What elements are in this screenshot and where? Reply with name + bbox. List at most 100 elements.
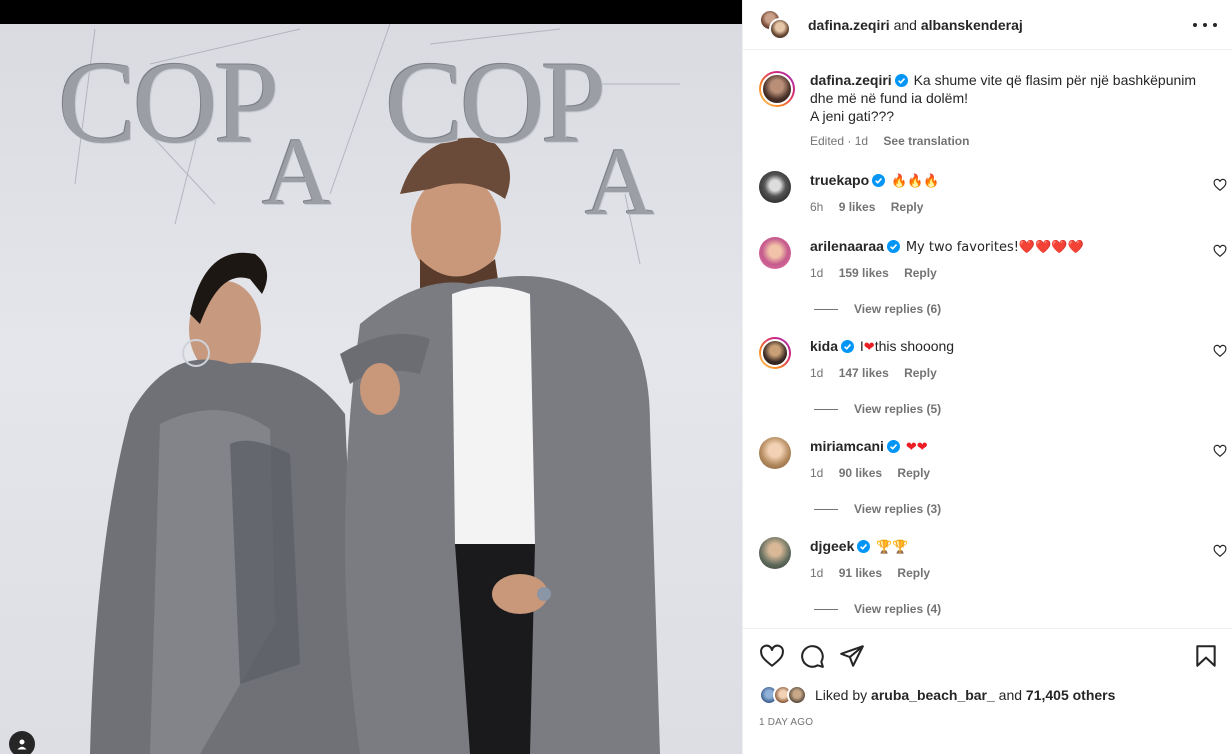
post-header: dafina.zeqiri and albanskenderaj xyxy=(743,0,1232,50)
liked-by-user-link[interactable]: aruba_beach_bar_ xyxy=(871,687,995,703)
heart-icon[interactable] xyxy=(1213,244,1227,258)
reply-button[interactable]: Reply xyxy=(904,366,937,380)
caption-time: 1d xyxy=(854,134,869,148)
replies-divider xyxy=(814,408,838,410)
verified-icon xyxy=(886,240,900,253)
comment-text: 🔥🔥🔥 xyxy=(891,174,940,189)
reply-button[interactable]: Reply xyxy=(904,266,937,280)
comment-text: 🏆🏆 xyxy=(876,540,909,555)
see-translation-link[interactable]: See translation xyxy=(883,134,969,148)
verified-icon xyxy=(886,440,900,453)
collaborator-link[interactable]: albanskenderaj xyxy=(921,17,1023,33)
comment-meta: 1d 147 likes Reply xyxy=(810,365,1219,381)
view-replies-label: View replies (3) xyxy=(854,502,942,516)
liked-by-label: Liked by xyxy=(815,687,868,703)
others-count-link[interactable]: 71,405 others xyxy=(1026,687,1116,703)
comments-list[interactable]: dafina.zeqiri Ka shume vite që flasim pë… xyxy=(743,51,1232,628)
more-dot xyxy=(1213,23,1217,27)
meta-separator: · xyxy=(847,134,852,148)
comment-meta: 1d 90 likes Reply xyxy=(810,465,1219,481)
comment-username[interactable]: kida xyxy=(810,338,838,354)
comment-text: this shooong xyxy=(874,338,955,354)
avatar-image xyxy=(761,339,789,367)
reply-button[interactable]: Reply xyxy=(897,466,930,480)
post-caption: dafina.zeqiri Ka shume vite që flasim pë… xyxy=(759,71,1219,149)
comment-meta: 1d 159 likes Reply xyxy=(810,265,1219,281)
post-photo[interactable]: COP A COP A xyxy=(0,24,742,754)
comment-icon[interactable] xyxy=(799,643,825,669)
comment-likes[interactable]: 147 likes xyxy=(839,366,889,380)
post-dialog: COP A COP A dafina.zeqiri and albanskend… xyxy=(0,0,1232,754)
comment-username[interactable]: miriamcani xyxy=(810,438,884,454)
comment-text: My two favorites!❤️❤️❤️❤️ xyxy=(905,240,1084,255)
post-authors: dafina.zeqiri and albanskenderaj xyxy=(808,17,1023,33)
avatar[interactable] xyxy=(759,537,791,569)
likes-text: Liked by aruba_beach_bar_ and 71,405 oth… xyxy=(815,687,1115,703)
caption-line: Ka shume vite që flasim për një bashkëpu… xyxy=(913,72,1197,88)
heart-icon[interactable] xyxy=(1213,344,1227,358)
user-tag-icon[interactable] xyxy=(9,731,35,754)
comment-likes[interactable]: 90 likes xyxy=(839,466,882,480)
comment-time: 1d xyxy=(810,566,824,580)
avatar[interactable] xyxy=(759,337,791,369)
post-actions: Liked by aruba_beach_bar_ and 71,405 oth… xyxy=(743,628,1232,754)
bookmark-icon[interactable] xyxy=(1193,643,1219,669)
reply-button[interactable]: Reply xyxy=(897,566,930,580)
verified-icon xyxy=(841,340,855,353)
comment-likes[interactable]: 159 likes xyxy=(839,266,889,280)
avatar[interactable] xyxy=(759,237,791,269)
view-replies-button[interactable]: View replies (5) xyxy=(814,402,1219,416)
replies-divider xyxy=(814,308,838,310)
comment-time: 1d xyxy=(810,466,824,480)
comment-item: truekapo 🔥🔥🔥 6h 9 likes Reply xyxy=(759,171,1227,215)
comment-item: djgeek 🏆🏆 1d 91 likes Reply View replies… xyxy=(759,537,1227,616)
more-dot xyxy=(1203,23,1207,27)
comment-likes[interactable]: 91 likes xyxy=(839,566,882,580)
comment-time: 6h xyxy=(810,200,824,214)
media-top-bar xyxy=(0,0,742,24)
avatar-image xyxy=(761,73,793,105)
heart-icon[interactable] xyxy=(1213,178,1227,192)
comment-body: miriamcani ❤❤ 1d 90 likes Reply xyxy=(810,437,1219,481)
avatar[interactable] xyxy=(759,171,791,203)
caption-body: dafina.zeqiri Ka shume vite që flasim pë… xyxy=(810,71,1219,149)
view-replies-button[interactable]: View replies (4) xyxy=(814,602,1219,616)
post-time[interactable]: 1 DAY AGO xyxy=(759,717,813,728)
comment-item: kida I❤this shooong 1d 147 likes Reply V… xyxy=(759,337,1227,416)
edited-label: Edited xyxy=(810,134,845,148)
view-replies-button[interactable]: View replies (3) xyxy=(814,502,1219,516)
comment-body: kida I❤this shooong 1d 147 likes Reply xyxy=(810,337,1219,381)
avatar[interactable] xyxy=(787,685,807,705)
action-bar xyxy=(759,643,1219,669)
heart-icon[interactable] xyxy=(1213,444,1227,458)
more-icon[interactable] xyxy=(1193,16,1217,34)
heart-icon[interactable] xyxy=(759,643,785,669)
view-replies-button[interactable]: View replies (6) xyxy=(814,302,1219,316)
reply-button[interactable]: Reply xyxy=(891,200,924,214)
collab-avatars[interactable] xyxy=(759,5,803,45)
comment-username[interactable]: arilenaaraa xyxy=(810,238,884,254)
view-replies-label: View replies (4) xyxy=(854,602,942,616)
caption-username[interactable]: dafina.zeqiri xyxy=(810,72,892,88)
comment-username[interactable]: djgeek xyxy=(810,538,854,554)
avatar[interactable] xyxy=(759,437,791,469)
comment-username[interactable]: truekapo xyxy=(810,172,869,188)
comment-likes[interactable]: 9 likes xyxy=(839,200,876,214)
comment-time: 1d xyxy=(810,266,824,280)
and-label: and xyxy=(893,16,917,33)
avatar[interactable] xyxy=(759,71,795,107)
heart-icon[interactable] xyxy=(1213,544,1227,558)
comment-item: arilenaaraa My two favorites!❤️❤️❤️❤️ 1d… xyxy=(759,237,1227,316)
comment-body: arilenaaraa My two favorites!❤️❤️❤️❤️ 1d… xyxy=(810,237,1219,281)
caption-line: A jeni gati??? xyxy=(810,108,895,124)
view-replies-label: View replies (5) xyxy=(854,402,942,416)
avatar[interactable] xyxy=(769,17,791,40)
replies-divider xyxy=(814,608,838,610)
share-icon[interactable] xyxy=(839,643,865,669)
poster-title-word: COP xyxy=(58,37,280,168)
verified-icon xyxy=(857,540,871,553)
more-dot xyxy=(1193,23,1197,27)
user-tag-glyph xyxy=(17,739,27,750)
comment-meta: 6h 9 likes Reply xyxy=(810,199,1219,215)
author-link[interactable]: dafina.zeqiri xyxy=(808,17,890,33)
